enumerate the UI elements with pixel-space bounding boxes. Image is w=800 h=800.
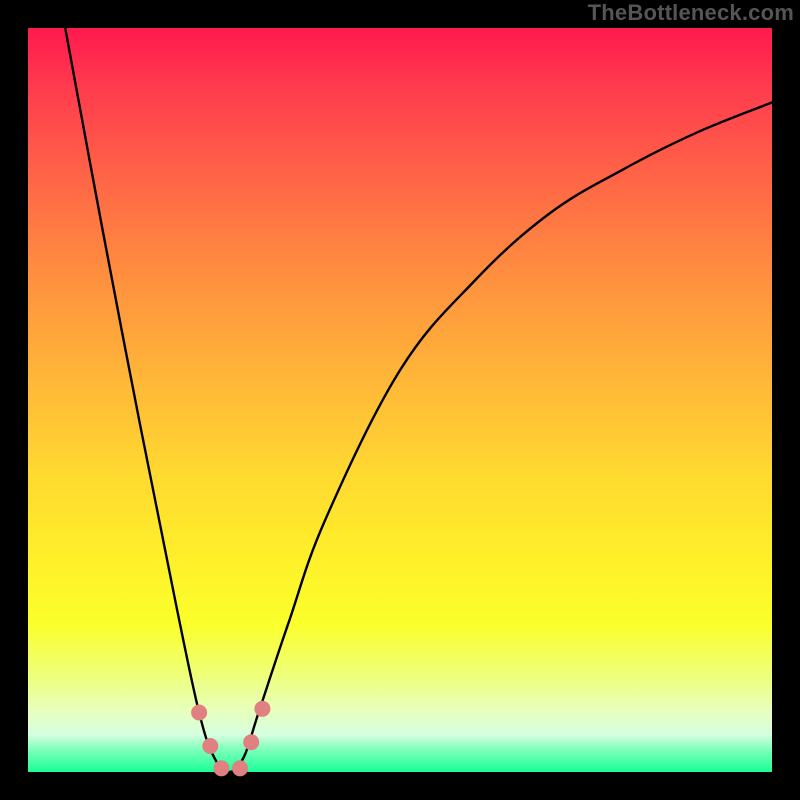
marker-left-lower — [202, 738, 218, 754]
bottleneck-curve — [65, 28, 772, 772]
marker-right-lower — [243, 734, 259, 750]
marker-min-left — [213, 760, 229, 776]
watermark-text: TheBottleneck.com — [588, 0, 794, 26]
chart-frame: TheBottleneck.com — [0, 0, 800, 800]
marker-right-upper — [254, 701, 270, 717]
marker-min-right — [232, 760, 248, 776]
marker-group — [191, 701, 270, 777]
curve-layer — [28, 28, 772, 772]
plot-area — [28, 28, 772, 772]
marker-left-upper — [191, 705, 207, 721]
